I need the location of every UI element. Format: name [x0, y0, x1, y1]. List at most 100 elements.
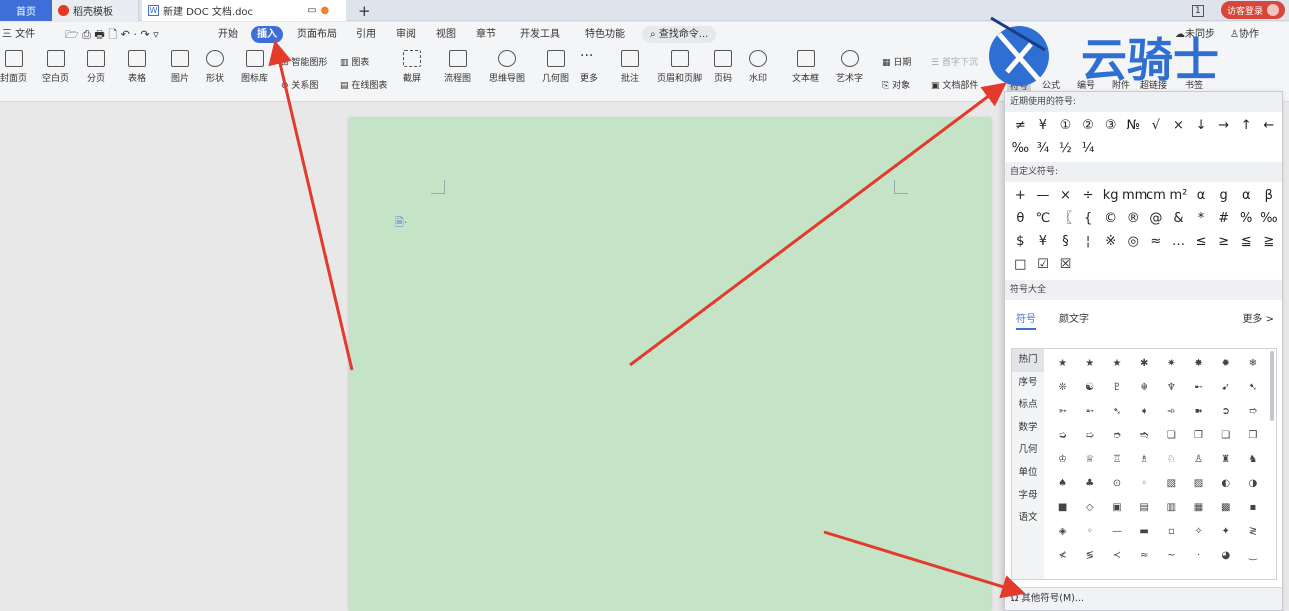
symbol-cell[interactable]: ¥	[1032, 114, 1055, 137]
symbol-cell[interactable]: ❊	[1049, 376, 1076, 400]
page-number-button[interactable]: 页码	[714, 50, 732, 84]
symbol-cell[interactable]: ♇	[1103, 376, 1130, 400]
menu-insert[interactable]: 插入	[251, 26, 283, 43]
symbol-cell[interactable]: ◑	[1239, 472, 1266, 496]
symbol-cell[interactable]: ×	[1054, 184, 1077, 207]
screenshot-button[interactable]: 截屏	[403, 50, 421, 84]
symbol-cell[interactable]: #	[1212, 207, 1235, 230]
symbol-cell[interactable]: ➲	[1212, 400, 1239, 424]
watermark-button[interactable]: 水印	[749, 50, 767, 84]
symbol-cell[interactable]: ▥	[1158, 496, 1185, 520]
category-item[interactable]: 语文	[1012, 507, 1044, 530]
mindmap-button[interactable]: 思维导图	[489, 50, 525, 84]
symbol-cell[interactable]: ➽	[1185, 400, 1212, 424]
symbol-cell[interactable]: ❐	[1185, 424, 1212, 448]
toolbar-quick-icons[interactable]: 🗁 ⎙ 🖶 🗋 ↶ · ↷ ▿	[65, 26, 159, 43]
symbol-cell[interactable]: ➷	[1239, 376, 1266, 400]
symbol-cell[interactable]: ¼	[1077, 137, 1100, 160]
symbol-cell[interactable]: ★	[1076, 352, 1103, 376]
tab-symbols[interactable]: 符号	[1016, 310, 1036, 330]
document-page[interactable]: 🗎·	[349, 118, 991, 611]
symbol-cell[interactable]: ➯	[1076, 424, 1103, 448]
symbol-cell[interactable]: ‰	[1258, 207, 1281, 230]
textbox-button[interactable]: 文本框	[792, 50, 819, 84]
chart-button[interactable]: ▥ 图表	[340, 55, 369, 68]
symbol-cell[interactable]: ➧	[1131, 400, 1158, 424]
symbol-cell[interactable]: ♠	[1049, 472, 1076, 496]
symbol-cell[interactable]: ★	[1049, 352, 1076, 376]
new-tab-button[interactable]: +	[352, 0, 377, 21]
menu-view[interactable]: 视图	[436, 26, 456, 43]
object-button[interactable]: ⎘ 对象	[882, 78, 910, 91]
tab-document[interactable]: W 新建 DOC 文档.doc ▭ ●	[142, 0, 346, 21]
header-footer-button[interactable]: 页眉和页脚	[657, 50, 702, 84]
symbol-cell[interactable]: ≤	[1190, 230, 1213, 253]
symbol-cell[interactable]: ↑	[1235, 114, 1258, 137]
symbol-cell[interactable]: mm	[1122, 184, 1147, 207]
symbol-cell[interactable]: →	[1212, 114, 1235, 137]
online-chart-button[interactable]: ▤ 在线图表	[340, 78, 387, 91]
symbol-cell[interactable]: cm	[1145, 184, 1168, 207]
menu-developer[interactable]: 开发工具	[520, 26, 560, 43]
page-break-button[interactable]: 分页	[87, 50, 105, 84]
symbol-cell[interactable]: ▦	[1185, 496, 1212, 520]
symbol-cell[interactable]: ♖	[1103, 448, 1130, 472]
symbol-cell[interactable]: ▨	[1185, 472, 1212, 496]
date-button[interactable]: ▦ 日期	[882, 55, 911, 68]
smart-art-button[interactable]: ⊞ 智能图形	[281, 55, 327, 68]
symbol-cell[interactable]: ≶	[1076, 544, 1103, 568]
symbol-cell[interactable]: β	[1258, 184, 1281, 207]
symbol-cell[interactable]: ①	[1054, 114, 1077, 137]
symbol-cell[interactable]: ▫	[1158, 520, 1185, 544]
symbol-cell[interactable]: ■	[1049, 496, 1076, 520]
symbol-cell[interactable]: ®	[1122, 207, 1145, 230]
symbol-cell[interactable]: ↓	[1190, 114, 1213, 137]
symbol-cell[interactable]: ≠	[1009, 114, 1032, 137]
symbol-cell[interactable]: ◎	[1122, 230, 1145, 253]
symbol-cell[interactable]: ×	[1167, 114, 1190, 137]
other-symbols-button[interactable]: Ω 其他符号(M)...	[1005, 587, 1282, 610]
symbol-cell[interactable]: ~	[1158, 544, 1185, 568]
symbol-cell[interactable]: ✱	[1131, 352, 1158, 376]
symbol-cell[interactable]: ♘	[1158, 448, 1185, 472]
symbol-cell[interactable]: ◇	[1076, 496, 1103, 520]
shape-button[interactable]: 形状	[206, 50, 224, 84]
symbol-cell[interactable]: ◦	[1076, 520, 1103, 544]
symbol-cell[interactable]: ♣	[1076, 472, 1103, 496]
menu-review[interactable]: 审阅	[396, 26, 416, 43]
symbol-cell[interactable]: ≥	[1212, 230, 1235, 253]
symbol-cell[interactable]: *	[1190, 207, 1213, 230]
symbol-cell[interactable]: +	[1009, 184, 1032, 207]
symbol-cell[interactable]: ▣	[1103, 496, 1130, 520]
symbol-cell[interactable]: ➱	[1239, 400, 1266, 424]
more-button[interactable]: ··· 更多	[580, 49, 598, 84]
symbol-cell[interactable]: α	[1235, 184, 1258, 207]
symbol-cell[interactable]: ♕	[1076, 448, 1103, 472]
symbol-cell[interactable]: ※	[1099, 230, 1122, 253]
symbol-cell[interactable]: ♔	[1049, 448, 1076, 472]
symbol-cell[interactable]: ➬	[1131, 424, 1158, 448]
category-item[interactable]: 标点	[1012, 394, 1044, 417]
symbol-cell[interactable]: √	[1145, 114, 1168, 137]
comment-button[interactable]: 批注	[621, 50, 639, 84]
symbol-cell[interactable]: №	[1122, 114, 1145, 137]
symbol-cell[interactable]: ☑	[1032, 253, 1055, 276]
symbol-cell[interactable]: ◈	[1049, 520, 1076, 544]
picture-button[interactable]: 图片	[171, 50, 189, 84]
symbol-cell[interactable]: ☒	[1054, 253, 1077, 276]
symbol-cell[interactable]: $	[1009, 230, 1032, 253]
symbol-cell[interactable]: ‰	[1009, 137, 1032, 160]
symbol-cell[interactable]: ½	[1054, 137, 1077, 160]
symbol-cell[interactable]: …	[1167, 230, 1190, 253]
symbol-cell[interactable]: ≮	[1049, 544, 1076, 568]
symbol-cell[interactable]: ➳	[1049, 400, 1076, 424]
symbol-cell[interactable]: ❏	[1158, 424, 1185, 448]
search-command[interactable]: ⌕ 查找命令...	[642, 26, 717, 43]
symbol-cell[interactable]: &	[1167, 207, 1190, 230]
flowchart-button[interactable]: 流程图	[444, 50, 471, 84]
category-item[interactable]: 单位	[1012, 462, 1044, 485]
symbol-cell[interactable]: ▬	[1131, 520, 1158, 544]
window-icon[interactable]: ▭	[307, 5, 316, 16]
symbol-cell[interactable]: ▪	[1239, 496, 1266, 520]
tab-dao-template[interactable]: 稻壳模板	[52, 0, 139, 21]
